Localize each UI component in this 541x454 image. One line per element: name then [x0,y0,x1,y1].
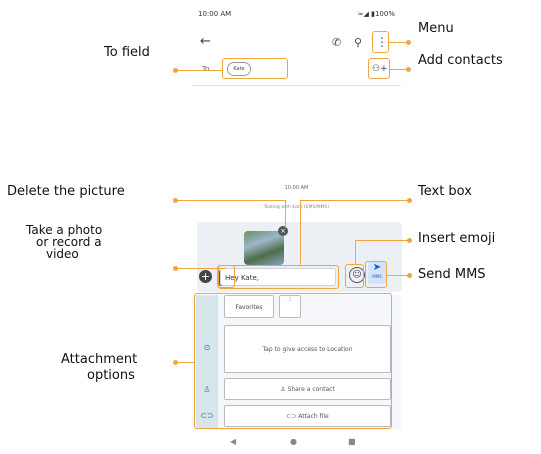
text-box-highlight [218,265,339,289]
delete-picture-dot [173,198,178,203]
nav-back-icon[interactable]: ◀ [230,437,236,446]
attachment-line-2: options [87,368,135,383]
emoji-highlight [345,264,364,288]
text-box-vline [300,200,301,266]
add-contacts-highlight [368,58,390,79]
search-icon[interactable]: ⚲ [354,37,362,49]
text-box-leader [300,200,410,201]
callout-send-mms: Send MMS [418,267,486,282]
status-time: 10:00 AM [198,10,232,18]
plus-icon[interactable]: + [199,270,212,283]
callout-menu: Menu [418,21,454,36]
add-contacts-dot [406,67,411,72]
menu-highlight [372,31,389,53]
callout-delete-picture: Delete the picture [7,184,125,199]
menu-dot [406,40,411,45]
take-photo-leader [176,268,226,269]
callout-take-photo: Take a photo or record a video [26,224,102,260]
message-timestamp: 10:00 AM [284,185,309,191]
navigation-bar: ◀ ● ■ [192,432,401,454]
phone-icon[interactable]: ✆ [332,37,341,49]
callout-insert-emoji: Insert emoji [418,231,496,246]
nav-recents-icon[interactable]: ■ [348,437,356,446]
attachment-highlight [194,293,392,429]
delete-picture-vline [285,200,286,228]
status-indicators: ≈◢ ▮100% [357,10,395,18]
attached-picture[interactable] [244,231,284,265]
callout-add-contacts: Add contacts [418,53,503,68]
texting-with-label: Texting with Kate (SMS/MMS) [263,205,330,210]
send-highlight [365,261,387,288]
callout-text-box: Text box [418,184,472,199]
emoji-dot [407,238,412,243]
emoji-vline [355,240,356,265]
to-field-leader [176,70,222,71]
delete-picture-leader [176,200,286,201]
send-dot [407,273,412,278]
to-field-highlight [222,58,288,79]
back-arrow-icon[interactable]: ← [200,35,211,48]
close-icon[interactable]: × [278,226,288,236]
text-box-dot [407,198,412,203]
emoji-leader [355,240,410,241]
attachment-leader [176,362,194,363]
to-field-dot [173,68,178,73]
to-label: To [202,65,210,73]
take-photo-line-3: video [46,247,79,261]
attachment-dot [173,360,178,365]
callout-to-field: To field [104,45,150,60]
attachment-line-1: Attachment [61,352,138,367]
callout-attachment-options: Attachment options [61,352,137,384]
take-photo-dot [173,266,178,271]
nav-home-icon[interactable]: ● [290,437,297,446]
status-bar: 10:00 AM ≈◢ ▮100% [192,8,401,22]
